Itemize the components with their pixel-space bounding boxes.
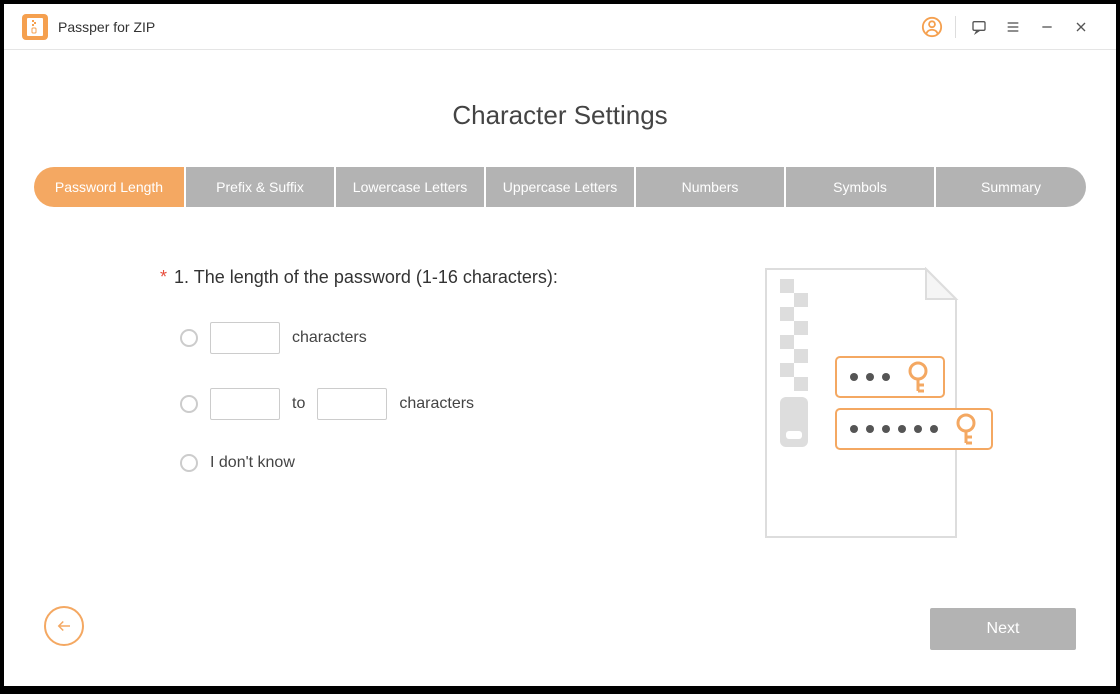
tab-summary[interactable]: Summary bbox=[936, 167, 1086, 207]
user-account-icon[interactable] bbox=[915, 10, 949, 44]
zip-password-illustration bbox=[756, 267, 1056, 547]
question-label: * 1. The length of the password (1-16 ch… bbox=[160, 267, 716, 288]
tab-numbers[interactable]: Numbers bbox=[636, 167, 784, 207]
range-suffix: characters bbox=[399, 395, 474, 413]
required-asterisk: * bbox=[160, 267, 167, 287]
option-exact-length: characters bbox=[180, 322, 716, 354]
radio-exact[interactable] bbox=[180, 329, 198, 347]
option-unknown: I don't know bbox=[180, 454, 716, 472]
feedback-icon[interactable] bbox=[962, 10, 996, 44]
back-button[interactable] bbox=[44, 606, 84, 646]
tab-uppercase[interactable]: Uppercase Letters bbox=[486, 167, 634, 207]
question-text: 1. The length of the password (1-16 char… bbox=[174, 267, 558, 287]
app-icon bbox=[22, 14, 48, 40]
app-title: Passper for ZIP bbox=[58, 19, 155, 35]
close-button[interactable] bbox=[1064, 10, 1098, 44]
menu-icon[interactable] bbox=[996, 10, 1030, 44]
form-panel: * 1. The length of the password (1-16 ch… bbox=[160, 267, 716, 547]
range-from-input[interactable] bbox=[210, 388, 280, 420]
range-mid: to bbox=[292, 395, 305, 413]
page-title: Character Settings bbox=[452, 100, 667, 131]
unknown-label: I don't know bbox=[210, 454, 295, 472]
next-button[interactable]: Next bbox=[930, 608, 1076, 650]
titlebar-divider bbox=[955, 16, 956, 38]
radio-range[interactable] bbox=[180, 395, 198, 413]
tab-password-length[interactable]: Password Length bbox=[34, 167, 184, 207]
exact-suffix: characters bbox=[292, 329, 367, 347]
range-to-input[interactable] bbox=[317, 388, 387, 420]
tab-symbols[interactable]: Symbols bbox=[786, 167, 934, 207]
exact-length-input[interactable] bbox=[210, 322, 280, 354]
tab-lowercase[interactable]: Lowercase Letters bbox=[336, 167, 484, 207]
tab-prefix-suffix[interactable]: Prefix & Suffix bbox=[186, 167, 334, 207]
settings-tabs: Password Length Prefix & Suffix Lowercas… bbox=[34, 167, 1086, 207]
option-range-length: to characters bbox=[180, 388, 716, 420]
minimize-button[interactable] bbox=[1030, 10, 1064, 44]
radio-unknown[interactable] bbox=[180, 454, 198, 472]
title-bar: Passper for ZIP bbox=[4, 4, 1116, 50]
